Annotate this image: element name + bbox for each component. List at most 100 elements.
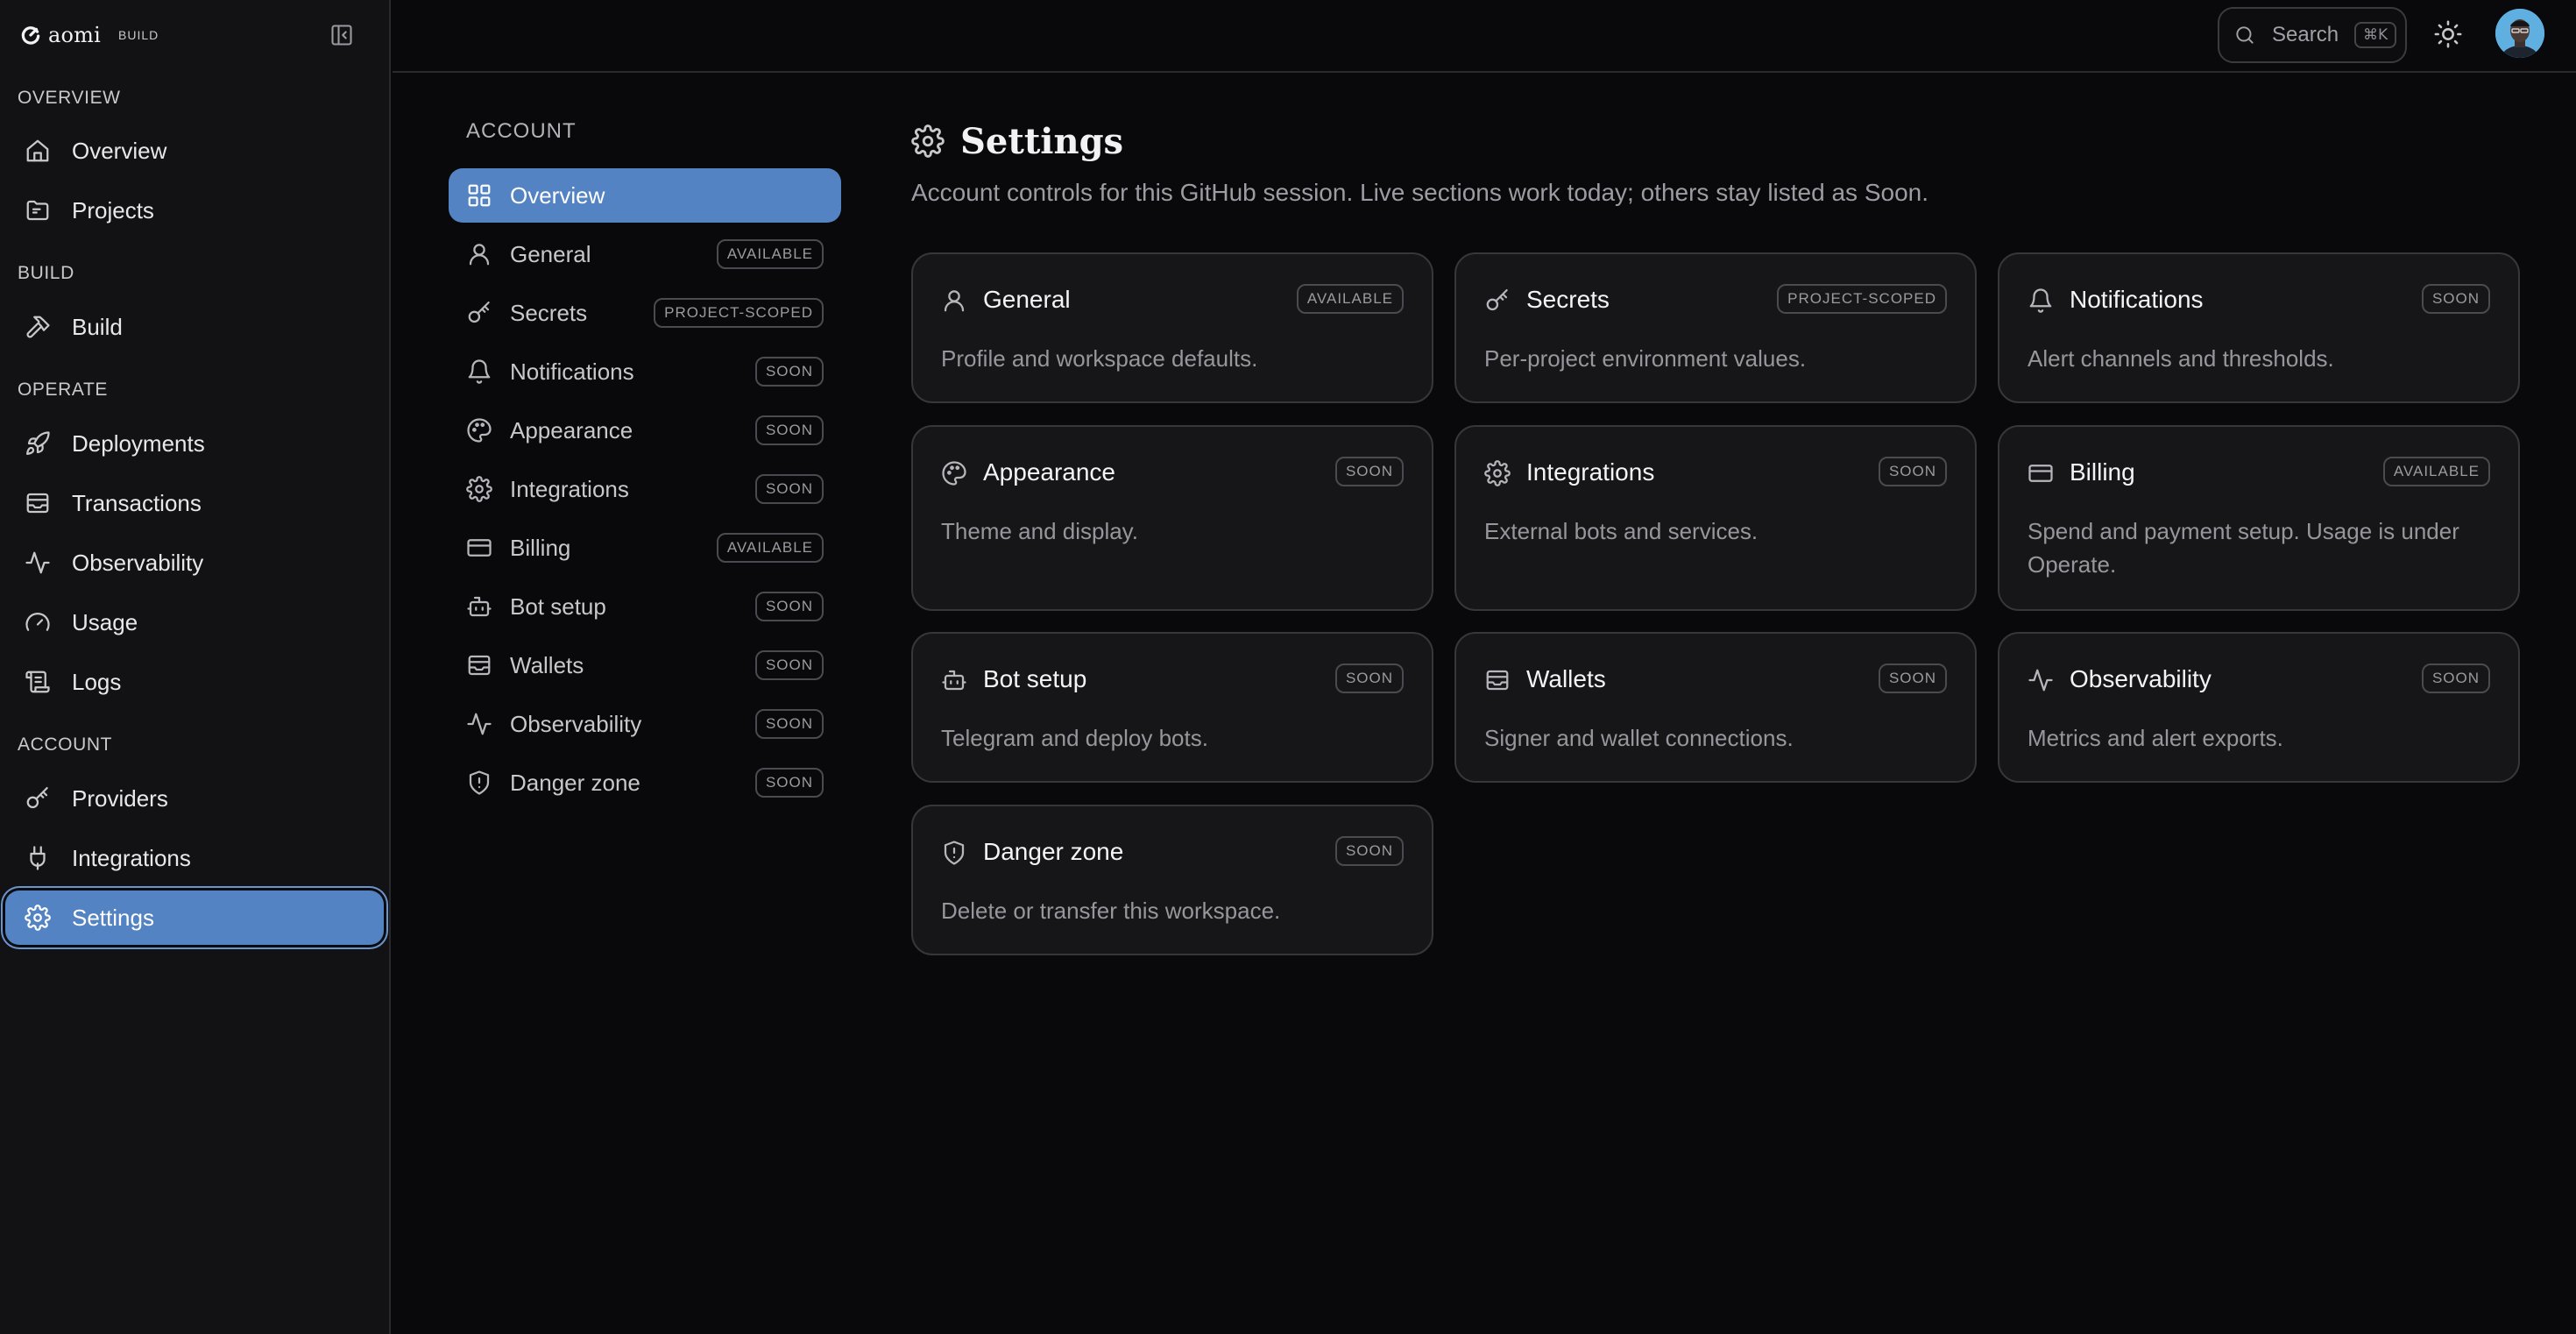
scroll-icon: [25, 671, 50, 693]
status-badge: AVAILABLE: [716, 239, 824, 269]
gear-icon: [25, 905, 51, 931]
shield-alert-icon: [469, 770, 490, 795]
sidebar-item-label: Deployments: [72, 429, 205, 457]
sidebar-item-usage[interactable]: Usage: [5, 595, 384, 649]
page-title: Settings: [960, 120, 1124, 162]
search-icon: [2236, 26, 2254, 44]
status-badge: SOON: [1334, 836, 1404, 866]
subnav-item-appearance[interactable]: Appearance SOON: [449, 403, 841, 458]
status-badge: SOON: [754, 415, 824, 445]
hammer-icon: [26, 316, 50, 338]
card-description: Per-project environment values.: [1484, 345, 1807, 372]
search-shortcut: ⌘K: [2354, 22, 2397, 48]
search-button[interactable]: Search ⌘K: [2218, 7, 2407, 63]
subnav-item-secrets[interactable]: Secrets PROJECT-SCOPED: [449, 286, 841, 340]
sidebar-item-overview[interactable]: Overview: [5, 124, 384, 178]
card-title: Bot setup: [983, 665, 1087, 692]
brand-tag: BUILD: [118, 28, 159, 42]
sidebar-item-integrations[interactable]: Integrations: [5, 831, 384, 885]
theme-toggle-button[interactable]: [2433, 19, 2465, 51]
settings-card-billing[interactable]: Billing AVAILABLE Spend and payment setu…: [1998, 425, 2520, 611]
sidebar-item-label: Providers: [72, 784, 168, 812]
subnav-item-danger-zone[interactable]: Danger zone SOON: [449, 756, 841, 810]
settings-card-bot-setup[interactable]: Bot setup SOON Telegram and deploy bots.: [911, 632, 1433, 783]
palette-icon: [942, 461, 966, 486]
card-title: Billing: [2070, 458, 2135, 486]
settings-card-secrets[interactable]: Secrets PROJECT-SCOPED Per-project envir…: [1454, 252, 1977, 403]
subnav-item-label: Notifications: [510, 358, 634, 385]
bot-icon: [467, 596, 492, 617]
sidebar-item-label: Observability: [72, 549, 204, 576]
group-label-overview: OVERVIEW: [18, 88, 121, 108]
sidebar-item-providers[interactable]: Providers: [5, 771, 384, 826]
gear-icon: [466, 476, 492, 502]
subnav-item-wallets[interactable]: Wallets SOON: [449, 638, 841, 692]
sidebar-item-label: Transactions: [72, 489, 202, 516]
sidebar-item-label: Integrations: [72, 844, 191, 871]
subnav-item-label: Secrets: [510, 299, 588, 326]
subnav-item-label: General: [510, 240, 591, 267]
card-description: Theme and display.: [941, 518, 1138, 544]
sidebar-item-projects[interactable]: Projects: [5, 183, 384, 238]
key-icon: [468, 302, 490, 323]
subnav-item-observability[interactable]: Observability SOON: [449, 697, 841, 751]
collapse-sidebar-button[interactable]: [326, 19, 357, 51]
status-badge: SOON: [754, 650, 824, 680]
card-description: Telegram and deploy bots.: [941, 725, 1208, 751]
card-title: Wallets: [1526, 665, 1606, 692]
settings-card-danger-zone[interactable]: Danger zone SOON Delete or transfer this…: [911, 805, 1433, 955]
sidebar-collapse-icon: [331, 25, 352, 46]
settings-card-general[interactable]: General AVAILABLE Profile and workspace …: [911, 252, 1433, 403]
sidebar-item-label: Settings: [72, 904, 154, 931]
home-icon: [26, 139, 49, 162]
aomi-logo-icon: [21, 26, 40, 45]
brand[interactable]: aomi BUILD: [19, 19, 159, 51]
avatar[interactable]: [2495, 9, 2544, 58]
status-badge: SOON: [754, 592, 824, 621]
sidebar-item-settings[interactable]: Settings: [5, 891, 384, 945]
sidebar-item-logs[interactable]: Logs: [5, 655, 384, 709]
shield-alert-icon: [944, 841, 965, 865]
card-description: Delete or transfer this workspace.: [941, 898, 1281, 924]
page-header: Settings: [911, 119, 1123, 163]
sidebar-item-build[interactable]: Build: [5, 300, 384, 354]
subnav-item-billing[interactable]: Billing AVAILABLE: [449, 521, 841, 575]
sidebar-item-label: Usage: [72, 608, 138, 635]
wallet-icon: [1486, 670, 1509, 691]
sidebar-item-label: Build: [72, 313, 123, 340]
subnav-item-overview[interactable]: Overview: [449, 168, 841, 223]
subnav-item-label: Integrations: [510, 475, 629, 502]
status-badge: SOON: [754, 709, 824, 739]
card-description: Profile and workspace defaults.: [941, 345, 1258, 372]
settings-card-wallets[interactable]: Wallets SOON Signer and wallet connectio…: [1454, 632, 1977, 783]
card-title: Notifications: [2070, 286, 2204, 313]
user-icon: [944, 290, 965, 312]
sidebar-item-deployments[interactable]: Deployments: [5, 416, 384, 471]
subnav-item-bot-setup[interactable]: Bot setup SOON: [449, 579, 841, 634]
status-badge: SOON: [1334, 457, 1404, 486]
settings-card-appearance[interactable]: Appearance SOON Theme and display.: [911, 425, 1433, 611]
rocket-icon: [26, 431, 50, 455]
settings-card-integrations[interactable]: Integrations SOON External bots and serv…: [1454, 425, 1977, 611]
card-description: Metrics and alert exports.: [2028, 725, 2283, 751]
settings-card-notifications[interactable]: Notifications SOON Alert channels and th…: [1998, 252, 2520, 403]
user-icon: [469, 244, 490, 266]
status-badge: SOON: [754, 474, 824, 504]
grid-icon: [468, 184, 491, 207]
subnav-item-notifications[interactable]: Notifications SOON: [449, 344, 841, 399]
subnav-item-integrations[interactable]: Integrations SOON: [449, 462, 841, 516]
bell-icon: [468, 359, 491, 384]
bot-icon: [942, 670, 966, 691]
gear-icon: [911, 124, 945, 158]
subnav-item-general[interactable]: General AVAILABLE: [449, 227, 841, 281]
group-label-build: BUILD: [18, 263, 74, 283]
status-badge: PROJECT-SCOPED: [1777, 284, 1947, 314]
settings-card-observability[interactable]: Observability SOON Metrics and alert exp…: [1998, 632, 2520, 783]
sidebar-item-transactions[interactable]: Transactions: [5, 476, 384, 530]
wallet-icon: [468, 655, 491, 676]
card-description: Signer and wallet connections.: [1484, 725, 1794, 751]
page-subtitle: Account controls for this GitHub session…: [911, 179, 1928, 206]
sidebar-item-label: Overview: [72, 137, 167, 164]
sidebar-item-label: Logs: [72, 668, 122, 695]
sidebar-item-observability[interactable]: Observability: [5, 536, 384, 590]
